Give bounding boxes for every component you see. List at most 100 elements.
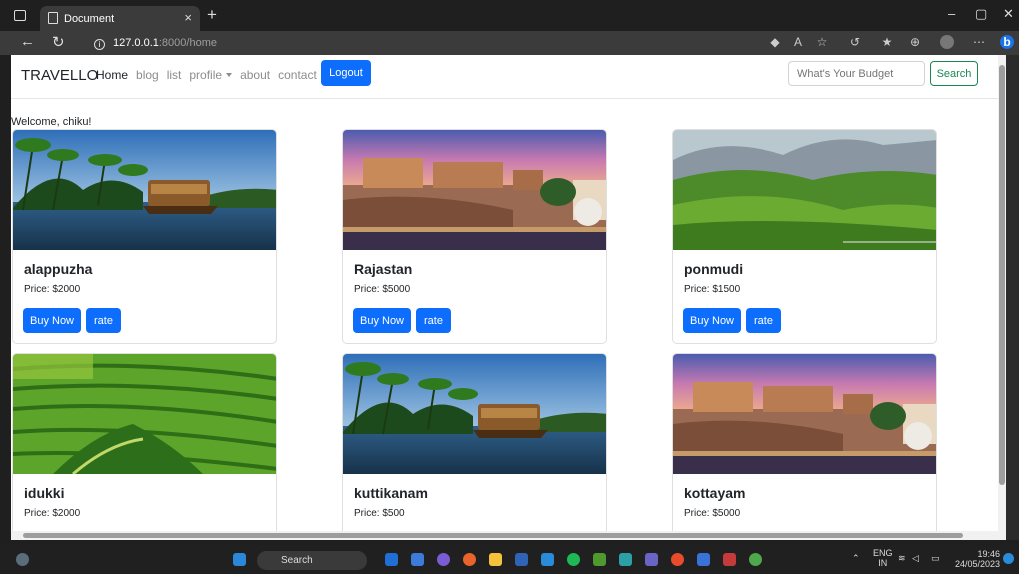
nav-profile-label: profile bbox=[189, 68, 223, 82]
rate-button[interactable]: rate bbox=[746, 308, 781, 333]
weather-icon[interactable] bbox=[16, 553, 29, 566]
profile-icon[interactable] bbox=[940, 35, 954, 49]
destination-image bbox=[673, 354, 936, 474]
rate-button[interactable]: rate bbox=[86, 308, 121, 333]
spotify-icon[interactable] bbox=[567, 553, 580, 566]
app-icon-4[interactable] bbox=[593, 553, 606, 566]
nav-about[interactable]: about bbox=[240, 68, 270, 82]
card-price: Price: $2000 bbox=[24, 508, 81, 519]
card-price: Price: $5000 bbox=[354, 284, 411, 295]
dropdown-caret-icon bbox=[226, 73, 233, 77]
buy-now-button[interactable]: Buy Now bbox=[683, 308, 741, 333]
nav-home[interactable]: Home bbox=[96, 68, 128, 82]
tab-actions-icon[interactable] bbox=[14, 10, 26, 21]
card-title: alappuzha bbox=[24, 261, 93, 277]
card-price: Price: $5000 bbox=[684, 508, 741, 519]
close-window-icon[interactable]: ✕ bbox=[1003, 6, 1014, 22]
url-host: 127.0.0.1 bbox=[113, 37, 159, 49]
edge-icon[interactable] bbox=[619, 553, 632, 566]
tab-title: Document bbox=[64, 12, 115, 25]
start-icon[interactable] bbox=[233, 553, 246, 566]
site-info-icon[interactable]: i bbox=[94, 39, 105, 50]
url-field[interactable]: i 127.0.0.1:8000/home bbox=[84, 33, 744, 53]
app-icon-6[interactable] bbox=[671, 553, 684, 566]
card-title: ponmudi bbox=[684, 261, 744, 277]
nav-list[interactable]: list bbox=[167, 68, 182, 82]
app-icon-1[interactable] bbox=[385, 553, 398, 566]
card-title: kottayam bbox=[684, 485, 746, 501]
tag-icon[interactable]: ◆ bbox=[768, 35, 782, 49]
rate-button[interactable]: rate bbox=[416, 308, 451, 333]
destination-image bbox=[343, 130, 606, 250]
clock-date: 24/05/2023 bbox=[955, 559, 1001, 569]
notification-icon[interactable] bbox=[1003, 553, 1014, 564]
destination-card: ponmudi Price: $1500 Buy Now rate bbox=[672, 129, 937, 344]
clock-time: 19:46 bbox=[977, 549, 1001, 559]
card-title: Rajastan bbox=[354, 261, 413, 277]
buy-now-button[interactable]: Buy Now bbox=[23, 308, 81, 333]
destination-card: idukki Price: $2000 Buy Now rate bbox=[12, 353, 277, 540]
web-page: TRAVELLO Home blog list profile about co… bbox=[11, 55, 998, 540]
address-bar: ← ↻ i 127.0.0.1:8000/home ◆ A ☆ ↺ ★ ⊕ ⋯ b bbox=[0, 31, 1019, 55]
powerpoint-icon[interactable] bbox=[723, 553, 736, 566]
lang-label: ENG bbox=[873, 548, 893, 558]
battery-icon[interactable]: ▭ bbox=[931, 553, 940, 564]
refresh-page-icon[interactable]: ↺ bbox=[848, 35, 862, 49]
welcome-message: Welcome, chiku! bbox=[11, 116, 92, 128]
language-indicator[interactable]: ENG IN bbox=[873, 548, 893, 568]
logout-button[interactable]: Logout bbox=[321, 60, 371, 86]
app-icon-2[interactable] bbox=[411, 553, 424, 566]
brand-logo[interactable]: TRAVELLO bbox=[21, 67, 98, 84]
edge-sidebar bbox=[1006, 55, 1019, 540]
windows-taskbar: Search ⌃ ENG IN ≋ ◁ ▭ 19:46 24/05/2023 bbox=[0, 545, 1019, 574]
refresh-icon[interactable]: ↻ bbox=[52, 33, 65, 51]
site-navbar: TRAVELLO Home blog list profile about co… bbox=[11, 55, 998, 99]
favorite-icon[interactable]: ☆ bbox=[815, 35, 829, 49]
app-icon-7[interactable] bbox=[697, 553, 710, 566]
browser-titlebar: Document × + – ▢ ✕ bbox=[0, 0, 1019, 31]
search-button[interactable]: Search bbox=[930, 61, 978, 86]
bing-icon[interactable]: b bbox=[1000, 35, 1014, 49]
chrome-icon[interactable] bbox=[749, 553, 762, 566]
destination-image bbox=[673, 130, 936, 250]
card-title: idukki bbox=[24, 485, 65, 501]
buy-now-button[interactable]: Buy Now bbox=[353, 308, 411, 333]
volume-icon[interactable]: ◁ bbox=[912, 553, 919, 564]
vertical-scroll-thumb[interactable] bbox=[999, 65, 1005, 485]
system-clock[interactable]: 19:46 24/05/2023 bbox=[955, 549, 1000, 569]
favorites-icon[interactable]: ★ bbox=[880, 35, 894, 49]
nav-blog[interactable]: blog bbox=[136, 68, 159, 82]
browser-tab[interactable]: Document × bbox=[40, 6, 200, 31]
taskbar-search[interactable]: Search bbox=[257, 551, 367, 570]
tray-chevron-icon[interactable]: ⌃ bbox=[852, 553, 860, 564]
minimize-icon[interactable]: – bbox=[948, 6, 955, 21]
restore-icon[interactable]: ▢ bbox=[975, 6, 987, 22]
destination-image bbox=[13, 130, 276, 250]
store-icon[interactable] bbox=[515, 553, 528, 566]
close-tab-icon[interactable]: × bbox=[184, 10, 192, 25]
vertical-scrollbar[interactable] bbox=[998, 55, 1006, 540]
app-icon-3[interactable] bbox=[437, 553, 450, 566]
read-aloud-icon[interactable]: A bbox=[791, 35, 805, 49]
destination-card: kuttikanam Price: $500 Buy Now rate bbox=[342, 353, 607, 540]
nav-links: Home blog list profile about contact bbox=[96, 68, 317, 82]
destination-image bbox=[343, 354, 606, 474]
destination-card: kottayam Price: $5000 Buy Now rate bbox=[672, 353, 937, 540]
collections-icon[interactable]: ⊕ bbox=[908, 35, 922, 49]
new-tab-icon[interactable]: + bbox=[207, 5, 217, 25]
back-icon[interactable]: ← bbox=[20, 33, 35, 50]
app-icon-5[interactable] bbox=[645, 553, 658, 566]
nav-profile[interactable]: profile bbox=[189, 68, 233, 82]
destination-card: Rajastan Price: $5000 Buy Now rate bbox=[342, 129, 607, 344]
budget-search-input[interactable] bbox=[788, 61, 925, 86]
wifi-icon[interactable]: ≋ bbox=[898, 553, 906, 564]
firefox-icon[interactable] bbox=[463, 553, 476, 566]
taskbar-search-label: Search bbox=[281, 555, 313, 566]
horizontal-scroll-thumb[interactable] bbox=[23, 533, 963, 538]
url-path: :8000/home bbox=[158, 37, 217, 49]
horizontal-scrollbar[interactable] bbox=[11, 531, 998, 540]
nav-contact[interactable]: contact bbox=[278, 68, 317, 82]
file-explorer-icon[interactable] bbox=[489, 553, 502, 566]
more-icon[interactable]: ⋯ bbox=[972, 35, 986, 49]
vscode-icon[interactable] bbox=[541, 553, 554, 566]
